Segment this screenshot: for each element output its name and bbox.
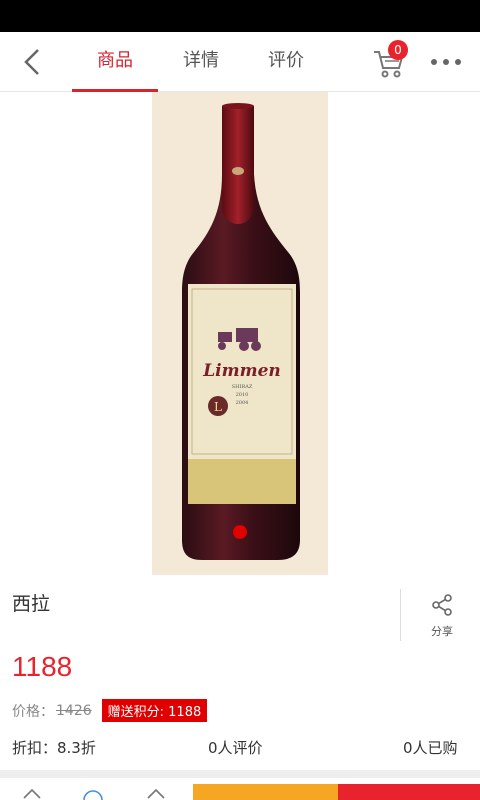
customer-service-icon[interactable]	[82, 786, 104, 800]
original-price-row: 价格： 1426 赠送积分: 1188	[12, 699, 208, 722]
tab-details[interactable]: 详情	[158, 32, 244, 92]
gallery-page-indicator	[233, 525, 247, 539]
bottom-action-bar	[0, 778, 480, 800]
more-dots-icon	[431, 59, 461, 65]
section-divider	[0, 770, 480, 778]
tab-details-label: 详情	[183, 50, 219, 71]
product-info: 西拉 分享 1188 价格： 1426 赠送积分: 1188 折扣：8.3折 0…	[0, 575, 480, 770]
discount-text: 折扣：8.3折	[12, 739, 96, 757]
points-badge: 赠送积分: 1188	[101, 699, 208, 722]
favorite-icon[interactable]	[146, 786, 166, 800]
tab-product-label: 商品	[97, 50, 133, 71]
tab-reviews-label: 评价	[268, 50, 304, 71]
share-icon	[432, 594, 452, 616]
cart-count-badge: 0	[388, 40, 408, 60]
share-divider	[400, 589, 401, 641]
share-button[interactable]: 分享	[418, 593, 466, 643]
tab-reviews[interactable]: 评价	[243, 32, 329, 92]
sold-count: 0人已购	[403, 739, 458, 757]
more-button[interactable]	[428, 48, 464, 76]
current-price: 1188	[12, 651, 73, 682]
svg-text:L: L	[214, 400, 222, 414]
back-button[interactable]	[14, 44, 50, 80]
svg-text:2004: 2004	[236, 400, 249, 406]
share-label: 分享	[431, 625, 453, 638]
product-title: 西拉	[12, 593, 51, 615]
product-image: Limmen SHIRAZ 2010 2004 L	[152, 92, 328, 575]
svg-text:Limmen: Limmen	[202, 361, 281, 381]
add-to-cart-button[interactable]	[193, 784, 338, 800]
svg-text:2010: 2010	[236, 392, 249, 398]
reviews-count[interactable]: 0人评价	[208, 737, 263, 758]
buy-now-button[interactable]	[338, 784, 480, 800]
chevron-left-icon	[24, 49, 39, 75]
wine-bottle-illustration: Limmen SHIRAZ 2010 2004 L	[182, 103, 300, 560]
tab-product[interactable]: 商品	[72, 32, 158, 92]
svg-text:SHIRAZ: SHIRAZ	[232, 384, 253, 390]
original-price-label: 价格：	[12, 703, 54, 720]
original-price: 1426	[56, 702, 92, 719]
store-icon[interactable]	[22, 786, 42, 800]
product-gallery[interactable]: Limmen SHIRAZ 2010 2004 L	[0, 92, 480, 575]
status-bar	[0, 0, 480, 32]
product-stats: 折扣：8.3折 0人评价 0人已购	[0, 735, 480, 761]
top-nav: 商品 详情 评价 0	[0, 32, 480, 92]
